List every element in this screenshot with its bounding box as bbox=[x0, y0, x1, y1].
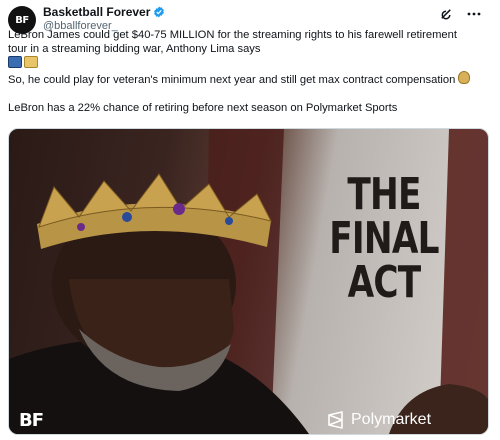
tweet-media-image[interactable]: THE FINAL ACT BF Polymarket bbox=[8, 128, 489, 435]
money-bag-emoji-icon bbox=[458, 71, 471, 84]
name-row: Basketball Forever bbox=[43, 5, 165, 19]
money-emoji-icon bbox=[24, 56, 38, 68]
more-icon[interactable] bbox=[466, 6, 482, 22]
polymarket-logo: Polymarket bbox=[327, 411, 431, 429]
verified-badge-icon bbox=[154, 6, 165, 18]
tweet-paragraph-1: LeBron James could get $40-75 MILLION fo… bbox=[8, 28, 478, 71]
tweet-paragraph-2: So, he could play for veteran's minimum … bbox=[8, 71, 478, 87]
headline-line-2: FINAL bbox=[329, 213, 439, 264]
headline-line-3: ACT bbox=[347, 257, 422, 308]
bf-logo: BF bbox=[19, 410, 44, 431]
grok-icon[interactable] bbox=[438, 6, 454, 22]
display-name[interactable]: Basketball Forever bbox=[43, 5, 150, 19]
tweet-paragraph-2-text: So, he could play for veteran's minimum … bbox=[8, 74, 456, 86]
media-headline: THE FINAL ACT bbox=[318, 173, 451, 305]
tweet-paragraph-1-text: LeBron James could get $40-75 MILLION fo… bbox=[8, 29, 457, 55]
avatar-text: BF bbox=[15, 14, 29, 26]
polymarket-logo-text: Polymarket bbox=[351, 411, 432, 428]
tweet[interactable]: BF Basketball Forever @bballforever_ LeB… bbox=[0, 0, 500, 440]
header-icons bbox=[438, 6, 482, 22]
tv-emoji-icon bbox=[8, 56, 22, 68]
tweet-paragraph-3: LeBron has a 22% chance of retiring befo… bbox=[8, 102, 398, 114]
headline-line-1: THE bbox=[347, 169, 421, 220]
polymarket-logo-icon bbox=[328, 411, 343, 429]
